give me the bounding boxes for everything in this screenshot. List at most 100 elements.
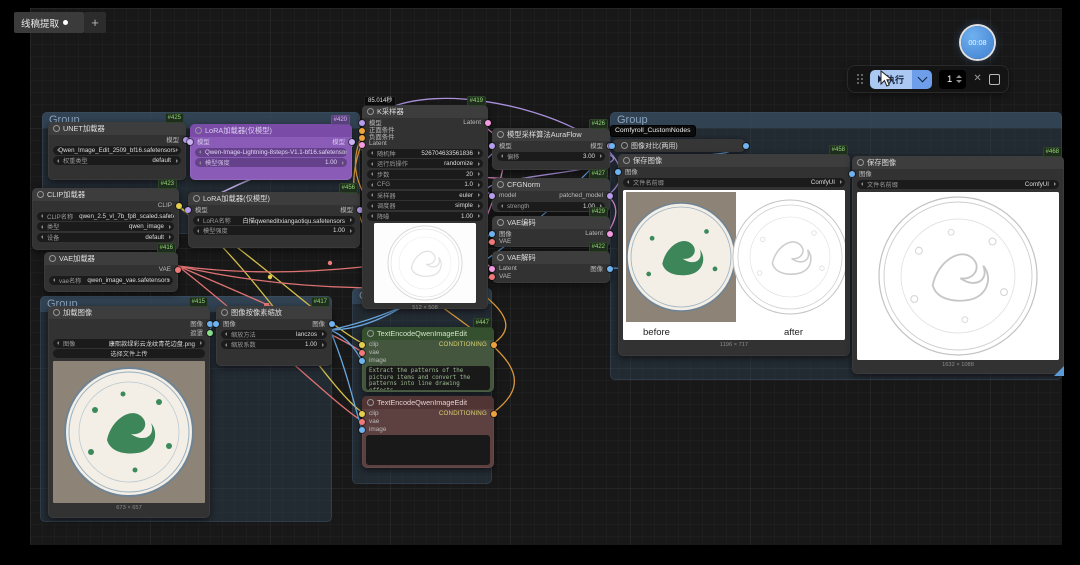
number-model-strength[interactable]: 模型强度1.00 [195, 158, 347, 167]
node-header[interactable]: 加载图像 [48, 306, 210, 319]
collapse-icon[interactable] [49, 255, 56, 262]
collapse-icon[interactable] [195, 127, 202, 134]
port-image-out[interactable] [743, 143, 749, 149]
resize-handle[interactable] [1054, 366, 1064, 376]
combo-unet-name[interactable]: Qwen_Image_Edit_2509_bf16.safetensors [53, 146, 181, 155]
combo-weight-dtype[interactable]: 权重类型default [53, 156, 181, 165]
workflow-tab[interactable]: 线稿提取 [14, 12, 84, 33]
port-latent-out[interactable] [485, 120, 491, 126]
node-save-image-compare[interactable]: #458 保存图像 图像 文件名前缀ComfyUI [618, 154, 850, 356]
combo-clip-name[interactable]: CLIP名称qwen_2.5_vl_7b_fp8_scaled.safetens… [37, 212, 174, 221]
cancel-button[interactable]: ✕ [973, 74, 981, 84]
increment-icon[interactable] [956, 75, 962, 78]
node-clip-loader[interactable]: #423 CLIP加载器 CLIP CLIP名称qwen_2.5_vl_7b_f… [32, 188, 179, 250]
node-header[interactable]: VAE加载器 [44, 252, 178, 265]
number-denoise[interactable]: 降噪1.00 [367, 212, 483, 221]
node-header[interactable]: TextEncodeQwenImageEdit [362, 327, 494, 340]
port-model-in[interactable] [489, 193, 495, 199]
collapse-icon[interactable] [221, 309, 228, 316]
node-header[interactable]: CFGNorm [492, 178, 610, 191]
port-image-out[interactable] [329, 321, 335, 327]
node-header[interactable]: VAE解码 [492, 251, 610, 264]
port-patched-model-out[interactable] [607, 193, 613, 199]
port-image-in[interactable] [609, 143, 615, 149]
node-lora-loader-bypassed[interactable]: #420 LoRA加载器(仅模型) 模型模型 Qwen-Image-Lightn… [190, 124, 352, 180]
combo-clip-type[interactable]: 类型qwen_image [37, 222, 174, 231]
combo-image-file[interactable]: 图像康熙款绿彩云龙纹青花边盘.png [53, 339, 205, 348]
number-steps[interactable]: 步数20 [367, 170, 483, 179]
port-vae-in[interactable] [489, 274, 495, 280]
port-model-out[interactable] [349, 139, 355, 145]
node-header[interactable]: 模型采样算法AuraFlow [492, 128, 610, 141]
batch-count-stepper[interactable]: 1 [939, 70, 966, 89]
port-vae-in[interactable] [359, 350, 365, 356]
collapse-icon[interactable] [497, 131, 504, 138]
collapse-icon[interactable] [37, 191, 44, 198]
port-clip-out[interactable] [176, 203, 182, 209]
load-image-preview[interactable] [53, 361, 205, 503]
port-model-in[interactable] [187, 139, 193, 145]
node-image-scale[interactable]: #417 图像按像素缩放 图像图像 缩放方法lanczos 缩放系数1.00 [216, 306, 332, 366]
port-vae-in[interactable] [489, 239, 495, 245]
node-header[interactable]: TextEncodeQwenImageEdit [362, 396, 494, 409]
node-text-encode-negative[interactable]: TextEncodeQwenImageEdit clipCONDITIONING… [362, 396, 494, 468]
compare-preview[interactable]: before after [623, 190, 845, 340]
new-workflow-tab-button[interactable]: + [84, 12, 106, 33]
collapse-icon[interactable] [367, 108, 374, 115]
collapse-icon[interactable] [367, 399, 374, 406]
port-image-in[interactable] [359, 358, 365, 364]
text-filename-prefix[interactable]: 文件名前缀ComfyUI [623, 178, 845, 187]
collapse-icon[interactable] [497, 254, 504, 261]
port-model-in[interactable] [359, 120, 365, 126]
node-header[interactable]: CLIP加载器 [32, 188, 179, 201]
drag-handle-icon[interactable] [856, 73, 863, 85]
node-header[interactable]: UNET加载器 [48, 122, 186, 135]
collapse-icon[interactable] [53, 125, 60, 132]
text-filename-prefix[interactable]: 文件名前缀ComfyUI [857, 180, 1059, 189]
decrement-icon[interactable] [956, 80, 962, 83]
port-image-in[interactable] [849, 171, 855, 177]
port-latent-out[interactable] [607, 231, 613, 237]
node-image-compare-collapsed[interactable]: 图像对比(两用) [612, 139, 746, 152]
combo-lora-name[interactable]: LoRA名称白描qweneditxiangaotiqu.safetensors [193, 216, 355, 225]
port-mask-out[interactable] [207, 330, 213, 336]
collapse-icon[interactable] [623, 157, 630, 164]
combo-control-after-generate[interactable]: 运行后操作randomize [367, 159, 483, 168]
ksampler-preview[interactable] [374, 223, 476, 303]
node-header[interactable]: 保存图像 [618, 154, 850, 167]
combo-scheduler[interactable]: 调度器simple [367, 201, 483, 210]
number-seed[interactable]: 随机种526704633561836 [367, 149, 483, 158]
prompt-textarea[interactable]: Extract the patterns of the picture item… [366, 366, 490, 390]
combo-scale-method[interactable]: 缩放方法lanczos [221, 330, 327, 339]
port-latent-in[interactable] [359, 142, 365, 148]
upload-file-button[interactable]: 选择文件上传 [53, 349, 205, 358]
node-load-image[interactable]: #415 加载图像 图像 遮罩 图像康熙款绿彩云龙纹青花边盘.png 选择文件上… [48, 306, 210, 518]
lineart-preview[interactable] [857, 192, 1059, 360]
port-image-in[interactable] [615, 169, 621, 175]
port-model-in[interactable] [489, 143, 495, 149]
number-model-strength[interactable]: 模型强度1.00 [193, 226, 355, 235]
collapse-icon[interactable] [621, 142, 628, 149]
execution-timer-badge[interactable]: 00:08 [961, 26, 994, 59]
port-model-in[interactable] [185, 207, 191, 213]
node-header[interactable]: LoRA加载器(仅模型) [190, 124, 352, 137]
number-scale-factor[interactable]: 缩放系数1.00 [221, 340, 327, 349]
port-clip-in[interactable] [359, 411, 365, 417]
collapse-icon[interactable] [53, 309, 60, 316]
port-latent-in[interactable] [489, 266, 495, 272]
node-header[interactable]: 保存图像 [852, 156, 1064, 169]
port-image-in[interactable] [213, 321, 219, 327]
node-header[interactable]: K采样器 [362, 105, 488, 118]
number-cfg[interactable]: CFG1.0 [367, 180, 483, 189]
port-conditioning-out[interactable] [491, 411, 497, 417]
node-header[interactable]: LoRA加载器(仅模型) [188, 192, 360, 205]
node-lora-loader[interactable]: #456 LoRA加载器(仅模型) 模型模型 LoRA名称白描qweneditx… [188, 192, 360, 248]
collapse-icon[interactable] [193, 195, 200, 202]
port-vae-in[interactable] [359, 419, 365, 425]
combo-vae-name[interactable]: vae名称qwen_image_vae.safetensors [49, 276, 173, 285]
collapse-icon[interactable] [367, 330, 374, 337]
number-shift[interactable]: 偏移3.00 [497, 152, 605, 161]
execution-toolbar[interactable]: 执行 1 ✕ [848, 66, 1008, 92]
collapse-icon[interactable] [857, 159, 864, 166]
node-unet-loader[interactable]: #425 UNET加载器 模型 Qwen_Image_Edit_2509_bf1… [48, 122, 186, 180]
